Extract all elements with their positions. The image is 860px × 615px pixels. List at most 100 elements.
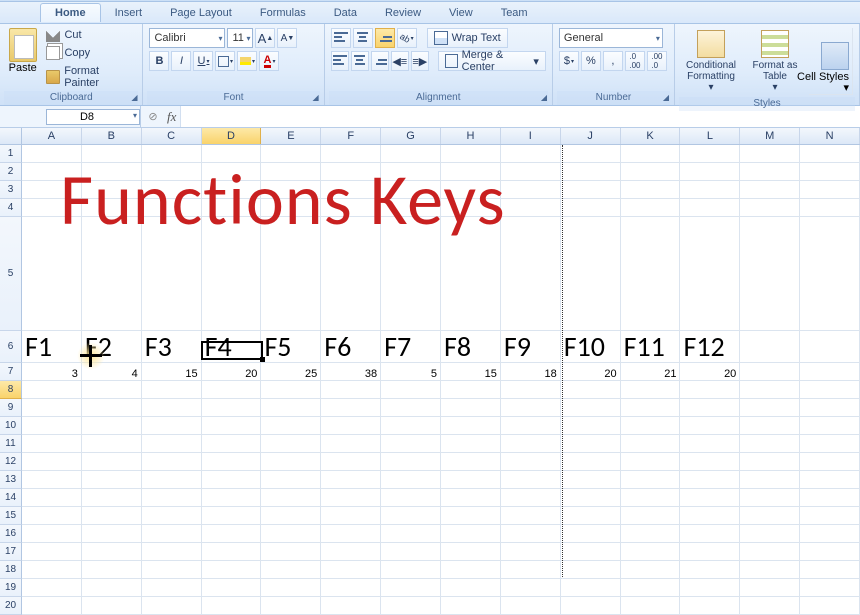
- cell-A6[interactable]: F1: [22, 331, 82, 363]
- fx-icon[interactable]: fx: [167, 109, 176, 125]
- cell-I12[interactable]: [501, 453, 561, 471]
- cell-I5[interactable]: [501, 217, 561, 331]
- cell-C9[interactable]: [142, 399, 202, 417]
- cell-C10[interactable]: [142, 417, 202, 435]
- tab-page-layout[interactable]: Page Layout: [156, 4, 246, 22]
- cell-K3[interactable]: [621, 181, 681, 199]
- cell-A7[interactable]: 3: [22, 363, 82, 381]
- cell-G1[interactable]: [381, 145, 441, 163]
- row-header-4[interactable]: 4: [0, 199, 22, 217]
- row-header-16[interactable]: 16: [0, 525, 22, 543]
- cell-L15[interactable]: [680, 507, 740, 525]
- tab-formulas[interactable]: Formulas: [246, 4, 320, 22]
- cell-L2[interactable]: [680, 163, 740, 181]
- tab-review[interactable]: Review: [371, 4, 435, 22]
- group-label-alignment[interactable]: Alignment: [329, 91, 548, 105]
- cell-M12[interactable]: [740, 453, 800, 471]
- tab-view[interactable]: View: [435, 4, 487, 22]
- row-header-1[interactable]: 1: [0, 145, 22, 163]
- align-left-button[interactable]: [331, 51, 349, 71]
- cell-J2[interactable]: [561, 163, 621, 181]
- cell-D9[interactable]: [202, 399, 262, 417]
- cell-J19[interactable]: [561, 579, 621, 597]
- cell-D4[interactable]: [202, 199, 262, 217]
- cell-E15[interactable]: [261, 507, 321, 525]
- orientation-button[interactable]: ab▾: [397, 28, 417, 48]
- increase-indent-button[interactable]: ≡▶: [411, 51, 429, 71]
- cell-K9[interactable]: [621, 399, 681, 417]
- clipboard-dialog-launcher[interactable]: ◢: [128, 91, 140, 103]
- cell-M18[interactable]: [740, 561, 800, 579]
- cell-N11[interactable]: [800, 435, 860, 453]
- cell-M8[interactable]: [740, 381, 800, 399]
- cell-D16[interactable]: [202, 525, 262, 543]
- cell-A3[interactable]: [22, 181, 82, 199]
- row-header-14[interactable]: 14: [0, 489, 22, 507]
- cell-L11[interactable]: [680, 435, 740, 453]
- office-button[interactable]: [4, 4, 40, 22]
- cell-L10[interactable]: [680, 417, 740, 435]
- cell-L14[interactable]: [680, 489, 740, 507]
- cell-E9[interactable]: [261, 399, 321, 417]
- cell-H16[interactable]: [441, 525, 501, 543]
- cell-F6[interactable]: F6: [321, 331, 381, 363]
- cell-D13[interactable]: [202, 471, 262, 489]
- column-header-H[interactable]: H: [441, 128, 501, 144]
- cell-A13[interactable]: [22, 471, 82, 489]
- cell-G19[interactable]: [381, 579, 441, 597]
- alignment-dialog-launcher[interactable]: ◢: [538, 91, 550, 103]
- select-all-corner[interactable]: [0, 128, 22, 145]
- tab-insert[interactable]: Insert: [101, 4, 157, 22]
- cell-I16[interactable]: [501, 525, 561, 543]
- cancel-formula-icon[interactable]: ⊘: [145, 110, 161, 123]
- fill-color-button[interactable]: ▾: [237, 51, 257, 71]
- cell-F14[interactable]: [321, 489, 381, 507]
- cell-C15[interactable]: [142, 507, 202, 525]
- cell-A15[interactable]: [22, 507, 82, 525]
- cell-B20[interactable]: [82, 597, 142, 615]
- cell-H5[interactable]: [441, 217, 501, 331]
- cell-J4[interactable]: [561, 199, 621, 217]
- cell-H13[interactable]: [441, 471, 501, 489]
- cell-L18[interactable]: [680, 561, 740, 579]
- cell-I8[interactable]: [501, 381, 561, 399]
- cell-D14[interactable]: [202, 489, 262, 507]
- cell-D20[interactable]: [202, 597, 262, 615]
- font-size-combo[interactable]: 11: [227, 28, 253, 48]
- worksheet[interactable]: ABCDEFGHIJKLMN 1234567891011121314151617…: [0, 128, 860, 578]
- cell-N10[interactable]: [800, 417, 860, 435]
- cell-I1[interactable]: [501, 145, 561, 163]
- cell-N18[interactable]: [800, 561, 860, 579]
- cell-E11[interactable]: [261, 435, 321, 453]
- cell-J18[interactable]: [561, 561, 621, 579]
- cell-I19[interactable]: [501, 579, 561, 597]
- cell-M15[interactable]: [740, 507, 800, 525]
- cell-G17[interactable]: [381, 543, 441, 561]
- cell-M11[interactable]: [740, 435, 800, 453]
- align-right-button[interactable]: [371, 51, 389, 71]
- align-bottom-button[interactable]: [375, 28, 395, 48]
- tab-home[interactable]: Home: [40, 3, 101, 22]
- column-header-D[interactable]: D: [202, 128, 262, 144]
- cell-B2[interactable]: [82, 163, 142, 181]
- cell-G10[interactable]: [381, 417, 441, 435]
- cell-N6[interactable]: [800, 331, 860, 363]
- cell-M2[interactable]: [740, 163, 800, 181]
- copy-button[interactable]: Copy: [43, 45, 138, 61]
- cell-G14[interactable]: [381, 489, 441, 507]
- cell-E1[interactable]: [261, 145, 321, 163]
- cell-C3[interactable]: [142, 181, 202, 199]
- cell-E3[interactable]: [261, 181, 321, 199]
- cell-D3[interactable]: [202, 181, 262, 199]
- cell-G20[interactable]: [381, 597, 441, 615]
- cell-M9[interactable]: [740, 399, 800, 417]
- cell-H17[interactable]: [441, 543, 501, 561]
- italic-button[interactable]: I: [171, 51, 191, 71]
- cell-L16[interactable]: [680, 525, 740, 543]
- cell-K1[interactable]: [621, 145, 681, 163]
- row-header-18[interactable]: 18: [0, 561, 22, 579]
- cell-N3[interactable]: [800, 181, 860, 199]
- cell-E20[interactable]: [261, 597, 321, 615]
- cell-J10[interactable]: [561, 417, 621, 435]
- cell-N7[interactable]: [800, 363, 860, 381]
